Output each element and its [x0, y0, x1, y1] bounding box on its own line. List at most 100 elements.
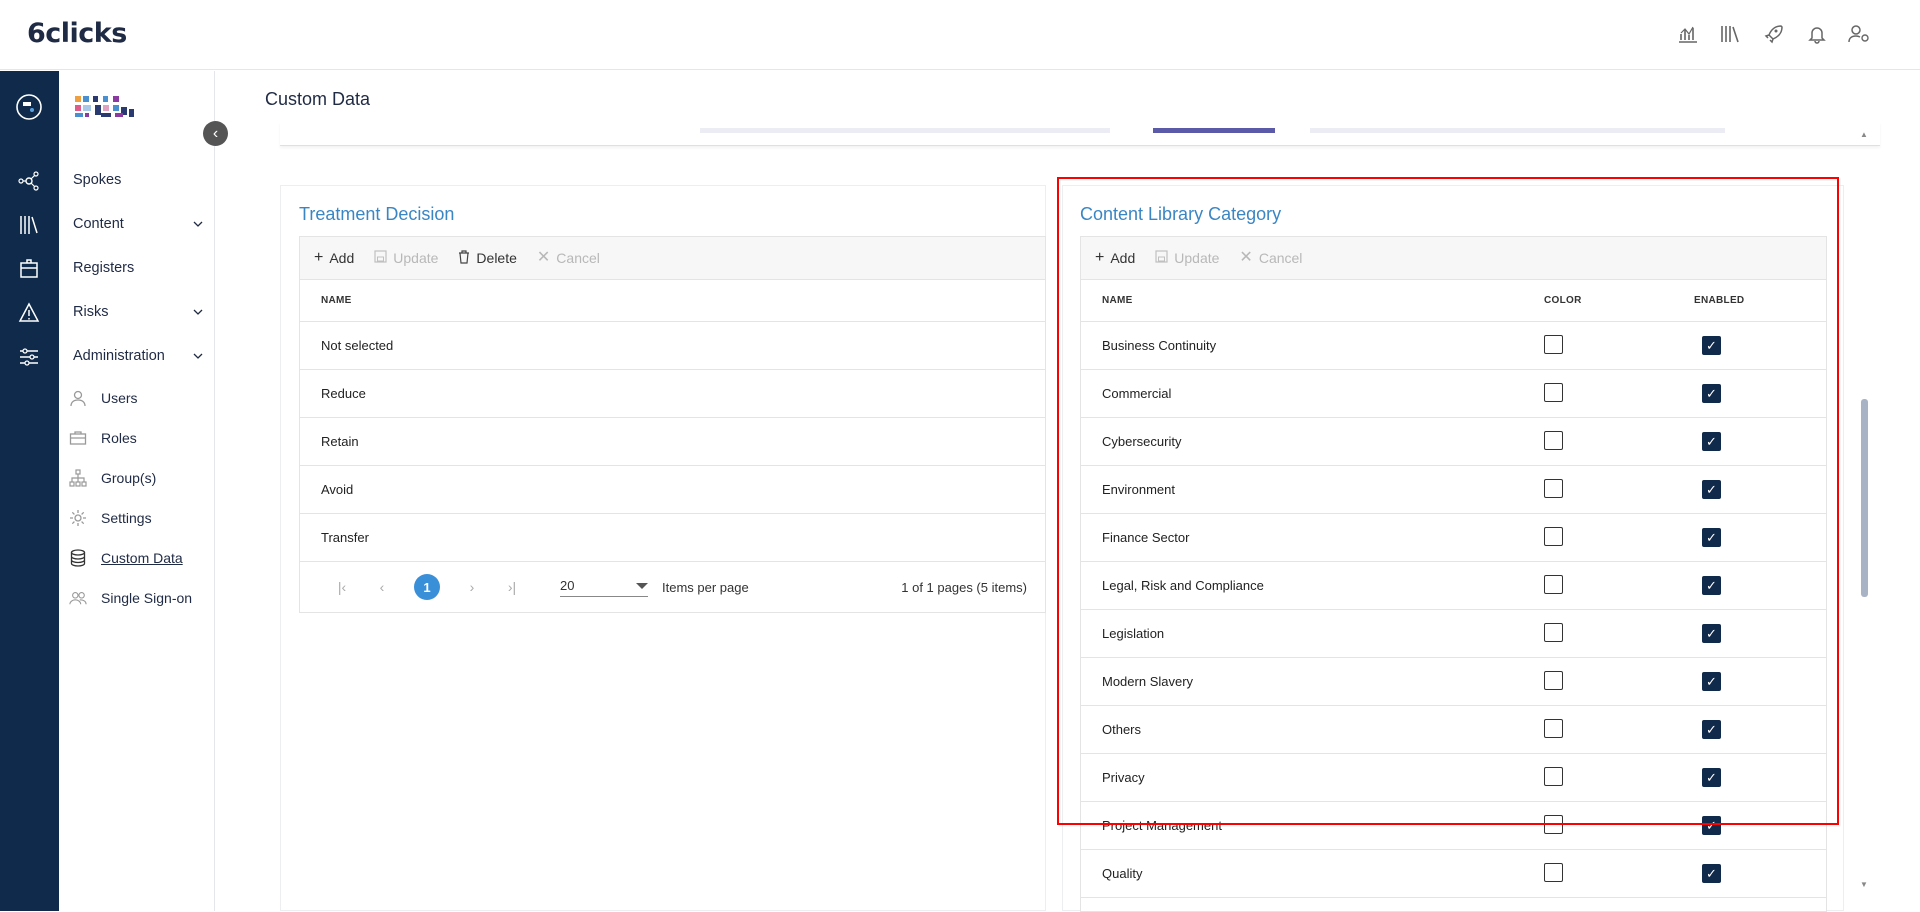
analytics-icon[interactable]	[1676, 22, 1700, 46]
color-checkbox[interactable]	[1544, 382, 1563, 402]
color-checkbox[interactable]	[1544, 334, 1563, 354]
color-cell	[1544, 766, 1694, 789]
row-name: Not selected	[321, 338, 394, 353]
column-header-name[interactable]: NAME	[300, 295, 352, 306]
table-row[interactable]: Project Management ✓	[1081, 802, 1826, 850]
row-name: Others	[1102, 722, 1142, 737]
user-settings-icon[interactable]	[1848, 22, 1872, 46]
app-logo[interactable]: 6clicks	[27, 18, 127, 49]
table-row[interactable]: Legal, Risk and Compliance ✓	[1081, 562, 1826, 610]
enabled-checkbox[interactable]: ✓	[1702, 576, 1721, 595]
page-scrollbar[interactable]	[1861, 399, 1868, 597]
update-button[interactable]: Update	[374, 250, 438, 266]
cancel-button-label: Cancel	[556, 250, 600, 266]
delete-button[interactable]: Delete	[458, 249, 517, 267]
save-icon	[1155, 250, 1168, 266]
cancel-button[interactable]: ✕ Cancel	[1239, 250, 1303, 267]
grid-header: NAME COLOR ENABLED	[1081, 280, 1826, 322]
color-checkbox[interactable]	[1544, 718, 1563, 738]
color-checkbox[interactable]	[1544, 814, 1563, 834]
sidebar-item-risks[interactable]: Risks	[73, 304, 203, 320]
enabled-checkbox[interactable]: ✓	[1702, 336, 1721, 355]
enabled-cell: ✓	[1694, 816, 1721, 835]
library-icon[interactable]	[1719, 22, 1743, 46]
update-button[interactable]: Update	[1155, 250, 1219, 266]
scroll-up-arrow-icon[interactable]: ▲	[1860, 130, 1868, 139]
row-name: Project Management	[1102, 818, 1222, 833]
enabled-checkbox[interactable]: ✓	[1702, 720, 1721, 739]
color-checkbox[interactable]	[1544, 430, 1563, 450]
content-library-rows: Business Continuity ✓ Commercial ✓ Cybersecu…	[1081, 322, 1826, 898]
bell-icon[interactable]	[1805, 22, 1829, 46]
table-row[interactable]: Business Continuity ✓	[1081, 322, 1826, 370]
table-row[interactable]: Not selected	[300, 322, 1045, 370]
sidebar-item-administration[interactable]: Administration	[73, 348, 203, 364]
enabled-checkbox[interactable]: ✓	[1702, 672, 1721, 691]
table-row[interactable]: Avoid	[300, 466, 1045, 514]
scroll-down-arrow-icon[interactable]: ▼	[1860, 880, 1868, 889]
column-header-name[interactable]: NAME	[1081, 295, 1544, 306]
sidebar-subitem-settings[interactable]: Settings	[69, 509, 152, 527]
enabled-cell: ✓	[1694, 432, 1721, 451]
library-books-icon[interactable]	[15, 211, 43, 239]
column-header-enabled[interactable]: ENABLED	[1694, 295, 1744, 306]
table-row[interactable]: Finance Sector ✓	[1081, 514, 1826, 562]
color-checkbox[interactable]	[1544, 574, 1563, 594]
table-row[interactable]: Environment ✓	[1081, 466, 1826, 514]
column-header-color[interactable]: COLOR	[1544, 295, 1694, 306]
table-row[interactable]: Commercial ✓	[1081, 370, 1826, 418]
last-page-icon[interactable]: ›|	[492, 579, 532, 595]
enabled-cell: ✓	[1694, 768, 1721, 787]
sidebar-subitem-custom-data[interactable]: Custom Data	[69, 549, 183, 567]
color-checkbox[interactable]	[1544, 862, 1563, 882]
table-row[interactable]: Others ✓	[1081, 706, 1826, 754]
prev-page-icon[interactable]: ‹	[362, 579, 402, 595]
table-row[interactable]: Cybersecurity ✓	[1081, 418, 1826, 466]
table-row[interactable]: Transfer	[300, 514, 1045, 562]
pager-summary: 1 of 1 pages (5 items)	[901, 579, 1027, 595]
first-page-icon[interactable]: |‹	[322, 579, 362, 595]
sidebar-item-registers[interactable]: Registers	[73, 260, 203, 276]
risk-warning-icon[interactable]	[15, 299, 43, 327]
color-checkbox[interactable]	[1544, 670, 1563, 690]
next-page-icon[interactable]: ›	[452, 579, 492, 595]
enabled-checkbox[interactable]: ✓	[1702, 816, 1721, 835]
table-row[interactable]: Reduce	[300, 370, 1045, 418]
table-row[interactable]: Legislation ✓	[1081, 610, 1826, 658]
spokes-network-icon[interactable]	[15, 167, 43, 195]
enabled-checkbox[interactable]: ✓	[1702, 480, 1721, 499]
admin-sliders-icon[interactable]	[15, 343, 43, 371]
hub-logo-icon[interactable]	[15, 93, 43, 121]
color-checkbox[interactable]	[1544, 526, 1563, 546]
table-row[interactable]: Modern Slavery ✓	[1081, 658, 1826, 706]
enabled-checkbox[interactable]: ✓	[1702, 864, 1721, 883]
enabled-checkbox[interactable]: ✓	[1702, 768, 1721, 787]
color-checkbox[interactable]	[1544, 766, 1563, 786]
sidebar-item-spokes[interactable]: Spokes	[73, 172, 203, 188]
rocket-icon[interactable]	[1762, 22, 1786, 46]
enabled-checkbox[interactable]: ✓	[1702, 528, 1721, 547]
enabled-checkbox[interactable]: ✓	[1702, 624, 1721, 643]
add-button[interactable]: + Add	[1095, 250, 1135, 267]
sidebar-subitem-roles[interactable]: Roles	[69, 429, 137, 447]
current-page-button[interactable]: 1	[414, 574, 440, 600]
enabled-checkbox[interactable]: ✓	[1702, 432, 1721, 451]
table-row[interactable]: Quality ✓	[1081, 850, 1826, 898]
collapse-sidebar-button[interactable]: ‹	[203, 121, 228, 146]
sidebar-subitem-single-sign-on[interactable]: Single Sign-on	[69, 589, 192, 607]
enabled-checkbox[interactable]: ✓	[1702, 384, 1721, 403]
sidebar-subitem-users[interactable]: Users	[69, 389, 138, 407]
color-checkbox[interactable]	[1544, 478, 1563, 498]
registers-box-icon[interactable]	[15, 255, 43, 283]
sidebar-subitem-groups[interactable]: Group(s)	[69, 469, 156, 487]
table-row[interactable]: Privacy ✓	[1081, 754, 1826, 802]
color-checkbox[interactable]	[1544, 622, 1563, 642]
add-button[interactable]: + Add	[314, 250, 354, 267]
sidebar-item-content[interactable]: Content	[73, 216, 203, 232]
cancel-button[interactable]: ✕ Cancel	[537, 250, 600, 267]
database-icon	[69, 549, 87, 567]
page-size-select[interactable]: 20	[560, 578, 648, 597]
table-row[interactable]: Retain	[300, 418, 1045, 466]
sidebar: ‹ Spokes Content Registers Risks Adminis…	[59, 71, 228, 911]
cancel-button-label: Cancel	[1258, 250, 1303, 266]
